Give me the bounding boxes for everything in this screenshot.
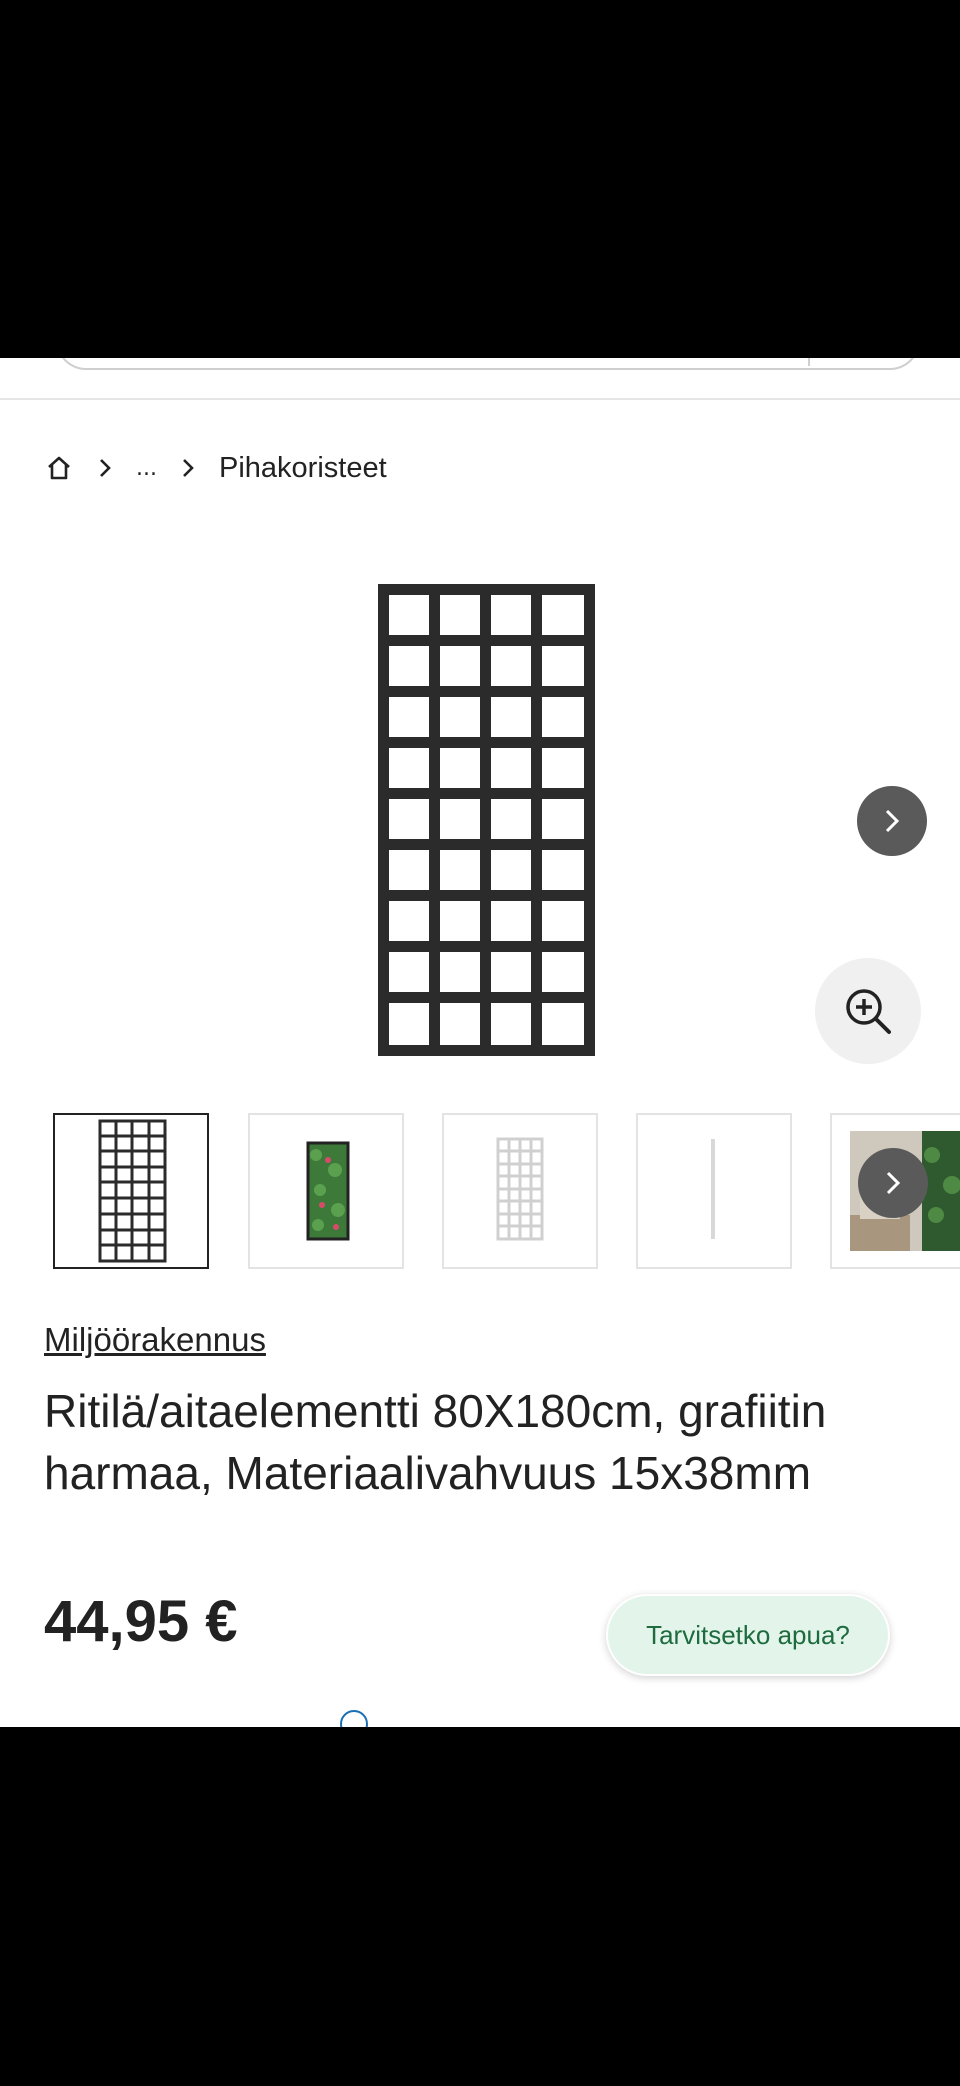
chevron-right-icon [90,450,120,486]
top-black-bar [0,0,960,358]
breadcrumb-current[interactable]: Pihakoristeet [219,452,387,485]
zoom-button[interactable] [815,958,921,1064]
home-icon[interactable] [44,450,74,486]
thumbnail-1[interactable] [53,1113,209,1269]
thumbnail-2[interactable] [248,1113,404,1269]
bottom-black-bar [0,1727,960,2086]
gallery-next-button[interactable] [857,786,927,856]
search-bar-remnant[interactable] [56,358,920,370]
brand-link[interactable]: Miljöörakennus [44,1321,266,1359]
zoom-in-icon [846,989,891,1034]
thumbnail-strip [0,1113,960,1273]
chevron-right-icon [886,1171,901,1195]
chevron-right-icon [885,809,900,833]
info-icon[interactable] [340,1710,368,1727]
thumbnail-4[interactable] [636,1113,792,1269]
thumbnails-next-button[interactable] [858,1148,928,1218]
product-main-image[interactable] [378,584,595,1056]
header-divider [0,398,960,400]
thumbnail-3[interactable] [442,1113,598,1269]
chevron-right-icon [173,450,203,486]
breadcrumb: ... Pihakoristeet [44,450,387,486]
help-chat-button[interactable]: Tarvitsetko apua? [606,1594,890,1676]
breadcrumb-ellipsis[interactable]: ... [136,456,157,481]
product-page: ... Pihakoristeet Miljöörakennus Ritilä/… [0,358,960,1727]
product-title: Ritilä/aitaelementti 80X180cm, grafiitin… [44,1385,827,1499]
product-price: 44,95 € [44,1589,238,1654]
search-divider [808,358,810,366]
